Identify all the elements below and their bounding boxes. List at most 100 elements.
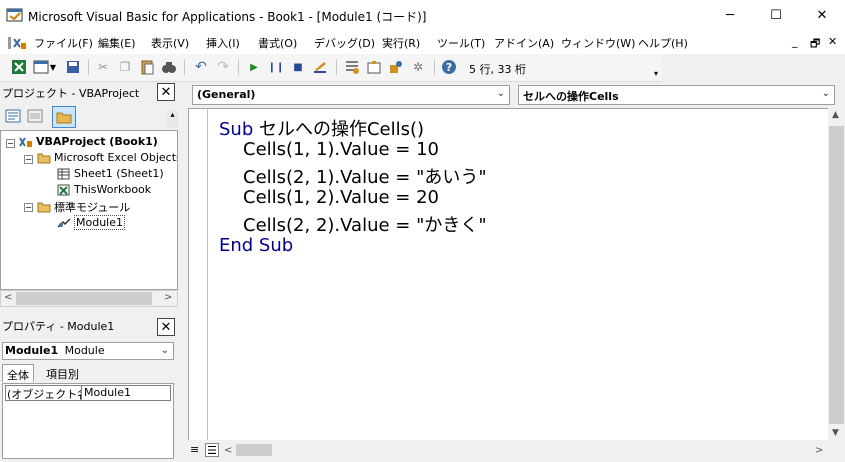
minimize-button[interactable]: ─ <box>707 0 753 31</box>
worksheet-icon <box>57 168 71 180</box>
tab-category[interactable]: 項目別 <box>42 364 83 382</box>
redo-icon[interactable]: ↷ <box>214 58 232 76</box>
code-line-4[interactable]: Cells(1, 2).Value = 20 <box>243 187 439 208</box>
scroll-up-icon[interactable]: ▲ <box>832 110 839 120</box>
menu-window[interactable]: ウィンドウ(W) <box>561 35 635 51</box>
design-mode-icon[interactable] <box>311 58 329 76</box>
mdi-close-button[interactable]: ✕ <box>828 35 837 48</box>
reset-icon[interactable]: ■ <box>289 58 307 76</box>
module-icon <box>57 217 71 229</box>
code-editor[interactable]: Sub セルへの操作Cells() Cells(1, 1).Value = 10… <box>208 108 828 440</box>
chevron-down-icon: ⌄ <box>821 88 830 99</box>
project-toolbar <box>0 102 178 130</box>
folder-open-icon <box>37 152 51 164</box>
scroll-left-icon[interactable]: < <box>4 292 12 303</box>
toggle-folders-icon[interactable] <box>52 106 76 128</box>
pane-splitter[interactable] <box>180 82 183 462</box>
svg-text:?: ? <box>446 61 452 74</box>
properties-window-icon[interactable] <box>365 58 383 76</box>
object-combo[interactable]: (General) ⌄ <box>192 85 510 105</box>
object-browser-icon[interactable] <box>387 58 405 76</box>
tree-node-sheet1[interactable]: Sheet1 (Sheet1) <box>57 167 164 180</box>
menu-view[interactable]: 表示(V) <box>151 35 189 51</box>
procedure-view-icon[interactable]: ≡ <box>190 443 204 457</box>
project-close-button[interactable]: ✕ <box>157 83 175 101</box>
properties-object-combo[interactable]: Module1 Module ⌄ <box>2 342 174 360</box>
code-vscroll-thumb[interactable] <box>829 126 844 424</box>
view-object-icon[interactable] <box>25 106 45 126</box>
cut-icon[interactable]: ✂ <box>94 58 112 76</box>
paste-icon[interactable] <box>138 58 156 76</box>
project-tree: − VBAProject (Book1) − Microsoft Excel O… <box>0 130 178 290</box>
properties-close-button[interactable]: ✕ <box>157 318 175 336</box>
menu-format[interactable]: 書式(O) <box>258 35 297 51</box>
menu-run[interactable]: 実行(R) <box>382 35 420 51</box>
property-value[interactable]: Module1 <box>82 386 131 400</box>
code-bottom-bar <box>188 440 845 462</box>
code-line-3[interactable]: Cells(2, 1).Value = "あいう" <box>243 163 487 189</box>
break-icon[interactable]: ❙❙ <box>267 58 285 76</box>
vbaproject-icon <box>19 136 33 148</box>
chevron-down-icon: ⌄ <box>160 345 169 356</box>
code-margin-indicator-bar[interactable] <box>188 108 208 440</box>
mdi-minimize-button[interactable]: _ <box>792 35 798 48</box>
menu-edit[interactable]: 編集(E) <box>98 35 136 51</box>
window-title: Microsoft Visual Basic for Applications … <box>28 10 427 24</box>
tree-node-thisworkbook[interactable]: ThisWorkbook <box>57 183 151 196</box>
code-line-2[interactable]: Cells(1, 1).Value = 10 <box>243 139 439 160</box>
properties-grid: (オブジェクト名) Module1 <box>2 383 174 459</box>
property-row[interactable]: (オブジェクト名) Module1 <box>5 385 171 401</box>
menu-debug[interactable]: デバッグ(D) <box>314 35 375 51</box>
code-line-6[interactable]: End Sub <box>219 235 293 256</box>
code-hscroll-thumb[interactable] <box>236 444 272 456</box>
menu-insert[interactable]: 挿入(I) <box>206 35 240 51</box>
tree-node-excel-objects[interactable]: Microsoft Excel Objects <box>37 151 177 164</box>
tree-node-vbaproject[interactable]: VBAProject (Book1) <box>19 135 158 148</box>
menu-tools[interactable]: ツール(T) <box>437 35 485 51</box>
menu-bar: ファイル(F) 編集(E) 表示(V) 挿入(I) 書式(O) デバッグ(D) … <box>0 31 845 54</box>
menu-addins[interactable]: アドイン(A) <box>494 35 554 51</box>
close-button[interactable]: ✕ <box>799 0 845 31</box>
view-excel-icon[interactable] <box>10 58 28 76</box>
property-name: (オブジェクト名) <box>6 386 82 400</box>
run-icon[interactable]: ▶ <box>245 58 263 76</box>
find-icon[interactable] <box>160 58 178 76</box>
project-vscroll-up-icon[interactable]: ▴ <box>167 110 178 128</box>
code-line-1[interactable]: Sub セルへの操作Cells() <box>219 115 424 141</box>
view-code-icon[interactable] <box>3 106 23 126</box>
project-explorer-icon[interactable] <box>343 58 361 76</box>
toolbar-options-icon[interactable]: ▾ <box>651 64 661 82</box>
scroll-left-icon[interactable]: < <box>224 445 232 456</box>
project-hscroll-thumb[interactable] <box>16 292 152 305</box>
expander-root[interactable]: − <box>6 139 15 148</box>
help-icon[interactable]: ? <box>440 58 458 76</box>
code-line-5[interactable]: Cells(2, 2).Value = "かきく" <box>243 211 487 237</box>
insert-dropdown-icon[interactable]: ▼ <box>48 58 58 76</box>
mdi-restore-button[interactable]: 🗗 <box>810 35 820 54</box>
cursor-position: 5 行, 33 桁 <box>469 63 526 76</box>
copy-icon[interactable]: ❐ <box>116 58 134 76</box>
workbook-icon <box>57 184 71 196</box>
chevron-down-icon: ⌄ <box>496 88 505 99</box>
scroll-down-icon[interactable]: ▼ <box>832 428 839 438</box>
tree-node-modules[interactable]: 標準モジュール <box>37 199 130 215</box>
procedure-combo[interactable]: セルへの操作Cells ⌄ <box>518 85 835 105</box>
undo-icon[interactable]: ↶ <box>192 58 210 76</box>
tree-node-module1[interactable]: Module1 <box>57 215 125 230</box>
scroll-right-icon[interactable]: > <box>164 292 172 303</box>
maximize-button[interactable]: ☐ <box>753 0 799 31</box>
menu-help[interactable]: ヘルプ(H) <box>638 35 688 51</box>
scroll-right-icon[interactable]: > <box>815 445 823 456</box>
standard-toolbar: ▼ ✂ ❐ ↶ ↷ ▶ ❙❙ ■ ✲ ? 5 行, 33 桁 ▾ <box>0 54 662 82</box>
tab-all[interactable]: 全体 <box>2 364 34 382</box>
toolbox-icon[interactable]: ✲ <box>409 58 427 76</box>
vba-menu-icon[interactable] <box>6 35 28 51</box>
menu-file[interactable]: ファイル(F) <box>34 35 93 51</box>
title-bar: Microsoft Visual Basic for Applications … <box>0 0 845 31</box>
expander-excel-objects[interactable]: − <box>24 155 33 164</box>
full-module-view-icon[interactable]: ☰ <box>205 443 219 457</box>
expander-modules[interactable]: − <box>24 203 33 212</box>
vba-app-icon <box>6 7 24 23</box>
project-pane-title: プロジェクト - VBAProject <box>0 82 178 102</box>
save-icon[interactable] <box>64 58 82 76</box>
